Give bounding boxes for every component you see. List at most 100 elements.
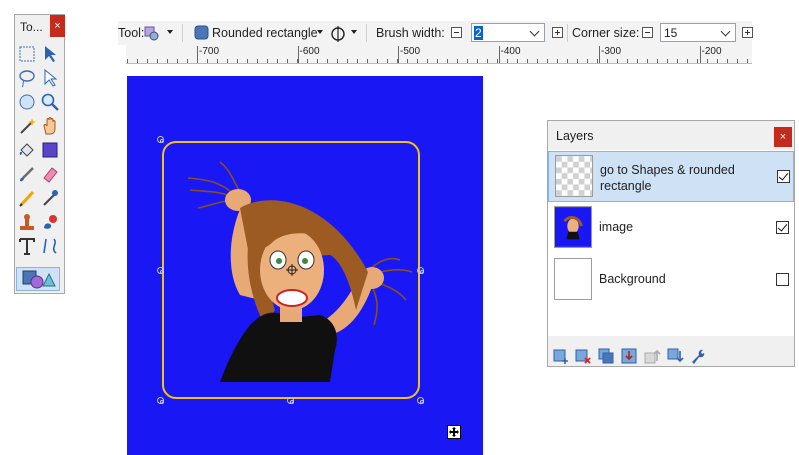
ruler-minor-tick xyxy=(207,59,208,63)
move-selection-icon[interactable] xyxy=(40,44,60,64)
brush-width-value[interactable]: 2 xyxy=(474,26,483,40)
delete-layer-icon[interactable] xyxy=(574,347,592,365)
ruler-minor-tick xyxy=(167,59,168,63)
zoom-icon[interactable] xyxy=(40,92,60,112)
layer-visibility-checkbox[interactable] xyxy=(776,273,789,286)
ruler-minor-tick xyxy=(257,59,258,63)
shape-handle-bottom-middle[interactable] xyxy=(287,397,294,404)
brush-width-decrease-button[interactable] xyxy=(451,27,462,38)
tool-dropdown-arrow[interactable] xyxy=(167,30,173,34)
rectangle-select-icon[interactable] xyxy=(17,44,37,64)
fill-mode-dropdown-arrow[interactable] xyxy=(351,30,357,34)
ruler-minor-tick xyxy=(697,59,698,63)
ruler-minor-tick xyxy=(467,59,468,63)
ruler-minor-tick xyxy=(387,59,388,63)
lasso-select-icon[interactable] xyxy=(17,68,37,88)
shape-handle-middle-left[interactable] xyxy=(157,267,164,274)
layer-visibility-checkbox[interactable] xyxy=(776,221,789,234)
shape-handle-middle-right[interactable] xyxy=(417,267,424,274)
layer-row-image[interactable]: image xyxy=(548,203,794,254)
rounded-rectangle-shape-icon[interactable] xyxy=(194,25,209,40)
tools-window: To... × xyxy=(14,14,65,294)
ruler-minor-tick xyxy=(377,59,378,63)
tools-close-button[interactable]: × xyxy=(50,15,65,37)
corner-size-label: Corner size: xyxy=(572,26,640,40)
ruler-minor-tick xyxy=(437,59,438,63)
ruler-major-tick xyxy=(599,46,600,63)
ruler-minor-tick xyxy=(127,59,128,63)
ruler-minor-tick xyxy=(277,59,278,63)
move-handle-icon[interactable] xyxy=(447,425,461,439)
shape-type-label[interactable]: Rounded rectangle xyxy=(212,26,318,40)
transparent-layer-thumbnail xyxy=(555,155,593,197)
clone-stamp-icon[interactable] xyxy=(17,212,37,232)
move-layer-up-icon[interactable] xyxy=(643,347,661,365)
shape-handle-bottom-left[interactable] xyxy=(157,397,164,404)
eraser-icon[interactable] xyxy=(40,164,60,184)
ruler-minor-tick xyxy=(487,59,488,63)
ruler-major-tick xyxy=(498,46,500,63)
ruler-minor-tick xyxy=(717,59,718,63)
paint-bucket-icon[interactable] xyxy=(17,140,37,160)
brush-width-increase-button[interactable] xyxy=(552,27,563,38)
ruler-minor-tick xyxy=(577,59,578,63)
ruler-minor-tick xyxy=(447,59,448,63)
move-arrows-icon xyxy=(449,427,459,437)
color-picker-icon[interactable] xyxy=(40,188,60,208)
ruler-minor-tick xyxy=(357,59,358,63)
pencil-icon[interactable] xyxy=(17,188,37,208)
brush-width-input[interactable]: 2 xyxy=(471,23,545,42)
ruler-label: -200 xyxy=(701,46,722,57)
recolor-icon[interactable] xyxy=(40,212,60,232)
ruler-minor-tick xyxy=(337,59,338,63)
ruler-minor-tick xyxy=(417,59,418,63)
toolbar-separator xyxy=(182,24,183,42)
magic-wand-icon[interactable] xyxy=(17,116,37,136)
ruler-minor-tick xyxy=(687,59,688,63)
ruler-minor-tick xyxy=(367,59,368,63)
line-curve-icon[interactable] xyxy=(40,236,60,256)
move-selected-icon[interactable] xyxy=(40,68,60,88)
shape-type-dropdown-arrow[interactable] xyxy=(317,30,323,34)
chevron-down-icon[interactable] xyxy=(720,26,731,37)
shapes-tool-button[interactable] xyxy=(16,267,60,291)
layer-row-shapes[interactable]: go to Shapes & rounded rectangle xyxy=(548,151,794,202)
layer-list: go to Shapes & rounded rectangle image B… xyxy=(548,150,794,336)
corner-size-value[interactable]: 15 xyxy=(664,26,677,40)
ruler-minor-tick xyxy=(677,59,678,63)
text-icon[interactable] xyxy=(17,236,37,256)
ruler-minor-tick xyxy=(227,59,228,63)
ruler-minor-tick xyxy=(667,59,668,63)
shape-handle-bottom-right[interactable] xyxy=(417,397,424,404)
layer-properties-icon[interactable] xyxy=(689,347,707,365)
corner-size-decrease-button[interactable] xyxy=(642,27,653,38)
shape-handle-top-left[interactable] xyxy=(157,136,164,143)
draw-fill-mode-icon[interactable] xyxy=(328,24,346,42)
rounded-rectangle-shape[interactable] xyxy=(162,141,420,399)
ruler-minor-tick xyxy=(637,59,638,63)
ruler-minor-tick xyxy=(237,59,238,63)
add-layer-icon[interactable] xyxy=(552,347,570,365)
gradient-icon[interactable] xyxy=(40,140,60,160)
ruler-label: -600 xyxy=(299,46,320,57)
paintbrush-icon[interactable] xyxy=(17,164,37,184)
corner-size-increase-button[interactable] xyxy=(742,27,753,38)
layer-row-background[interactable]: Background xyxy=(548,255,794,306)
brush-width-label: Brush width: xyxy=(376,26,445,40)
duplicate-layer-icon[interactable] xyxy=(597,347,615,365)
layer-visibility-checkbox[interactable] xyxy=(777,170,790,183)
ruler-minor-tick xyxy=(537,59,538,63)
chevron-down-icon[interactable] xyxy=(529,26,540,37)
ruler-minor-tick xyxy=(707,59,708,63)
ruler-minor-tick xyxy=(307,59,308,63)
ruler-minor-tick xyxy=(557,59,558,63)
move-layer-down-icon[interactable] xyxy=(666,347,684,365)
ruler-minor-tick xyxy=(407,59,408,63)
merge-layer-down-icon[interactable] xyxy=(620,347,638,365)
pan-icon[interactable] xyxy=(40,116,60,136)
shapes-tool-icon[interactable] xyxy=(143,24,161,42)
ruler-minor-tick xyxy=(137,59,138,63)
layers-close-button[interactable]: × xyxy=(774,127,792,147)
ellipse-select-icon[interactable] xyxy=(17,92,37,112)
corner-size-input[interactable]: 15 xyxy=(660,23,736,42)
